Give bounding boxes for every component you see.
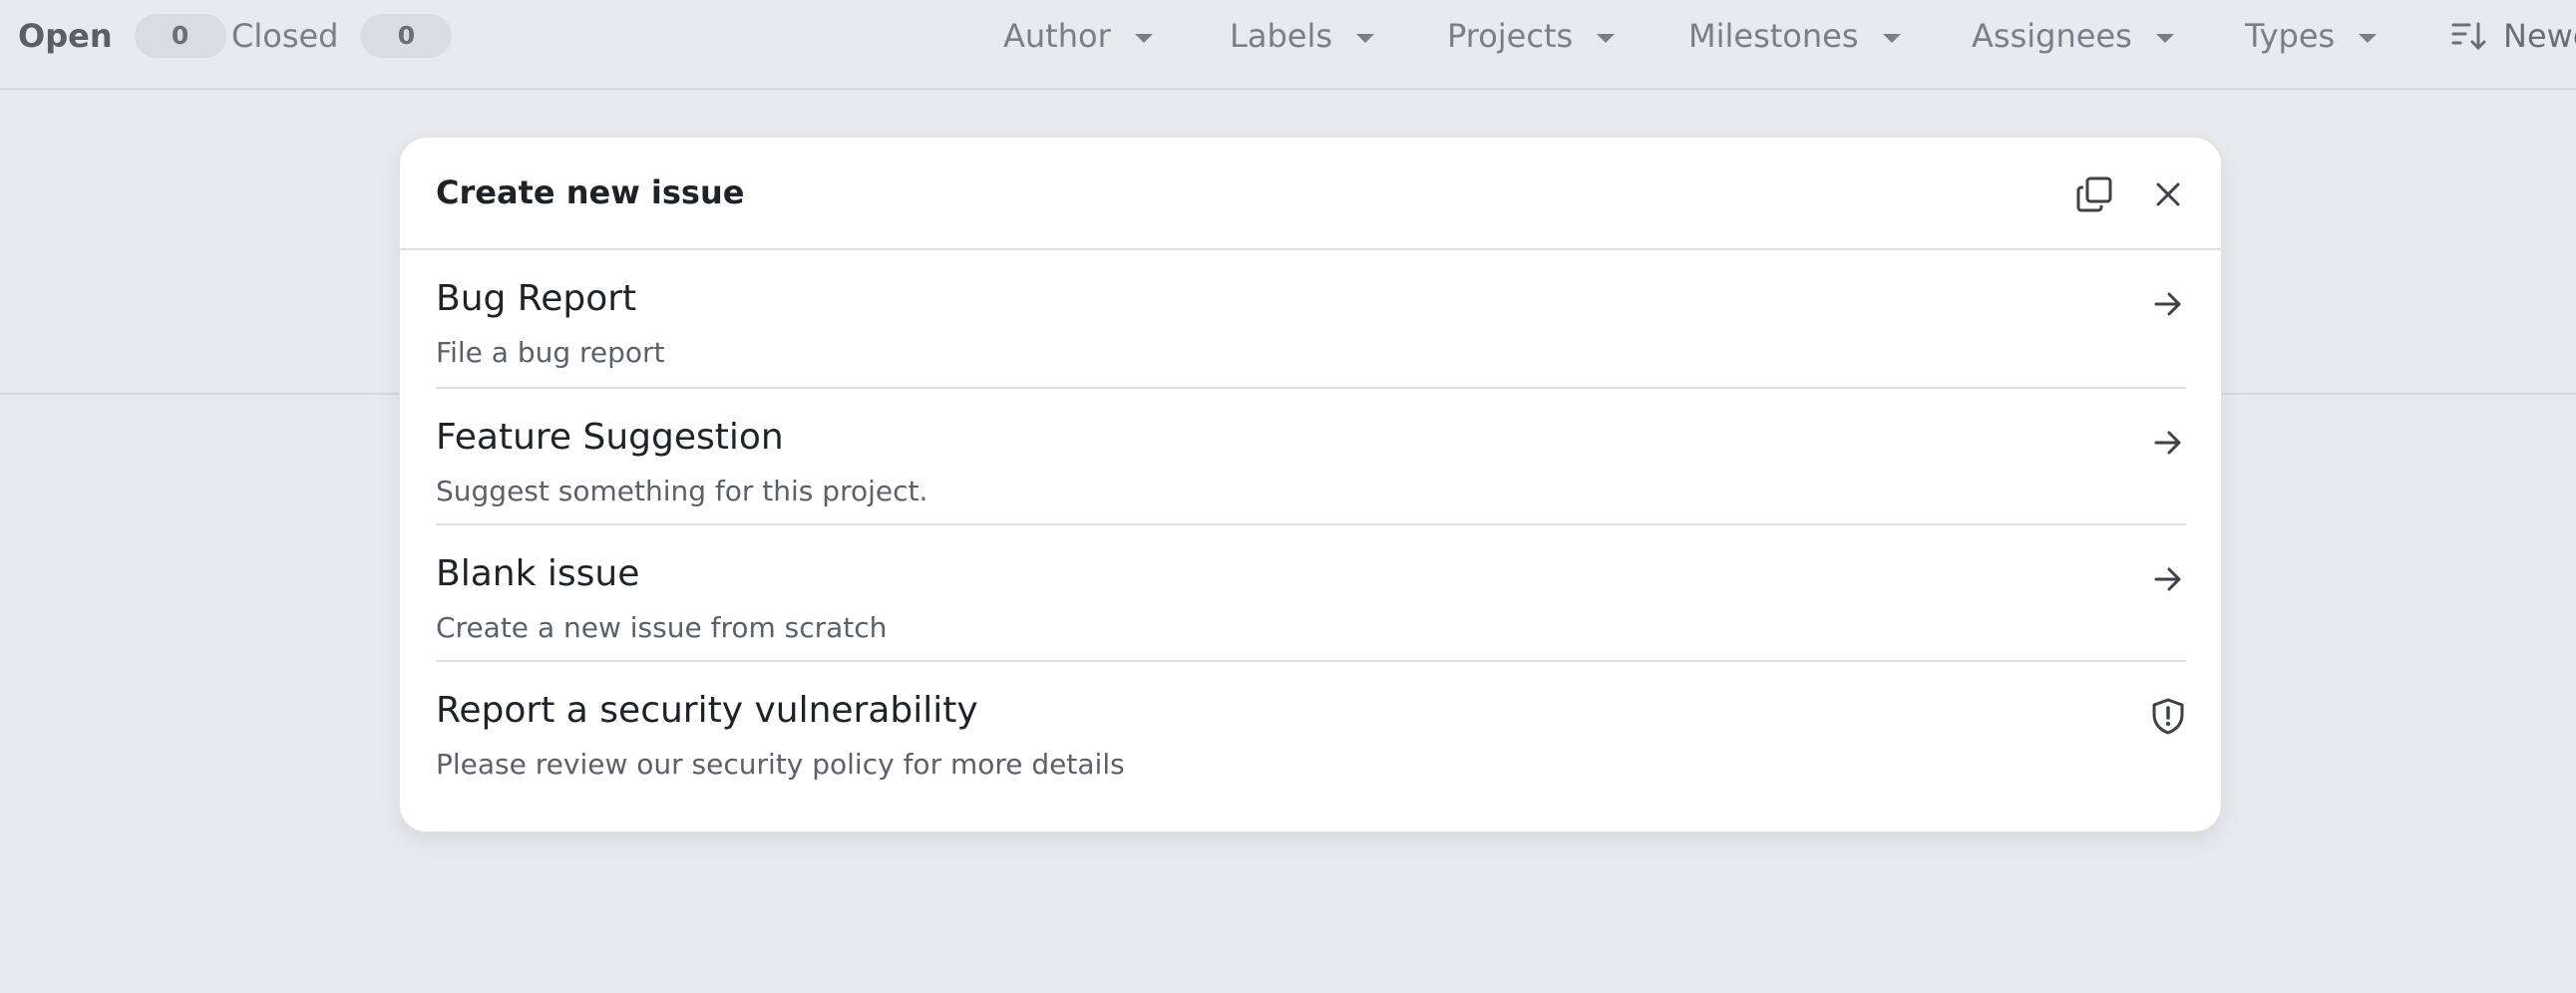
closed-count-badge: 0 <box>360 14 453 58</box>
tab-closed-label: Closed <box>231 17 339 55</box>
caret-down-icon <box>1597 33 1616 43</box>
milestones-filter-label: Milestones <box>1688 17 1859 55</box>
milestones-filter-dropdown[interactable]: Milestones <box>1688 0 1901 72</box>
caret-down-icon <box>1134 33 1153 43</box>
modal-title: Create new issue <box>436 173 745 211</box>
close-icon <box>2156 182 2180 206</box>
sort-label: Newest <box>2503 17 2576 55</box>
option-description: File a bug report <box>436 336 665 369</box>
option-title: Bug Report <box>436 278 637 319</box>
assignees-filter-label: Assignees <box>1972 17 2132 55</box>
tab-closed-issues[interactable]: Closed 0 <box>231 0 453 72</box>
types-filter-label: Types <box>2245 17 2336 55</box>
option-description: Please review our security policy for mo… <box>436 748 1125 781</box>
issue-template-security-report[interactable]: Report a security vulnerability Please r… <box>436 660 2186 797</box>
issue-template-feature-suggestion[interactable]: Feature Suggestion Suggest something for… <box>436 387 2186 523</box>
option-description: Create a new issue from scratch <box>436 611 888 644</box>
caret-down-icon <box>1882 33 1901 43</box>
create-issue-modal: Create new issue Bug Report File a bug r… <box>399 137 2222 832</box>
caret-down-icon <box>2359 33 2378 43</box>
shield-alert-icon <box>2150 698 2186 735</box>
copy-button[interactable] <box>2070 170 2118 218</box>
author-filter-label: Author <box>1003 17 1111 55</box>
open-count-badge: 0 <box>134 14 226 58</box>
modal-header: Create new issue <box>400 138 2221 250</box>
projects-filter-label: Projects <box>1447 17 1574 55</box>
option-title: Report a security vulnerability <box>436 690 978 731</box>
projects-filter-dropdown[interactable]: Projects <box>1447 0 1616 72</box>
sort-descending-icon <box>2451 22 2486 51</box>
assignees-filter-dropdown[interactable]: Assignees <box>1972 0 2174 72</box>
option-title: Feature Suggestion <box>436 417 784 458</box>
arrow-right-icon <box>2150 561 2186 597</box>
tab-open-label: Open <box>18 17 113 55</box>
issues-filter-bar: Open 0 Closed 0 Author Labels Projects M… <box>0 0 2576 90</box>
sort-dropdown[interactable]: Newest <box>2451 0 2576 72</box>
issue-template-bug-report[interactable]: Bug Report File a bug report <box>436 250 2186 387</box>
author-filter-dropdown[interactable]: Author <box>1003 0 1153 72</box>
close-button[interactable] <box>2144 170 2192 218</box>
types-filter-dropdown[interactable]: Types <box>2245 0 2378 72</box>
option-description: Suggest something for this project. <box>436 475 928 507</box>
tab-open-issues[interactable]: Open 0 <box>18 0 226 72</box>
caret-down-icon <box>2155 33 2174 43</box>
caret-down-icon <box>1356 33 1374 43</box>
option-title: Blank issue <box>436 553 640 594</box>
arrow-right-icon <box>2150 286 2186 322</box>
copy-icon <box>2076 176 2112 212</box>
arrow-right-icon <box>2150 425 2186 461</box>
labels-filter-label: Labels <box>1230 17 1332 55</box>
labels-filter-dropdown[interactable]: Labels <box>1230 0 1374 72</box>
issue-template-blank-issue[interactable]: Blank issue Create a new issue from scra… <box>436 523 2186 660</box>
